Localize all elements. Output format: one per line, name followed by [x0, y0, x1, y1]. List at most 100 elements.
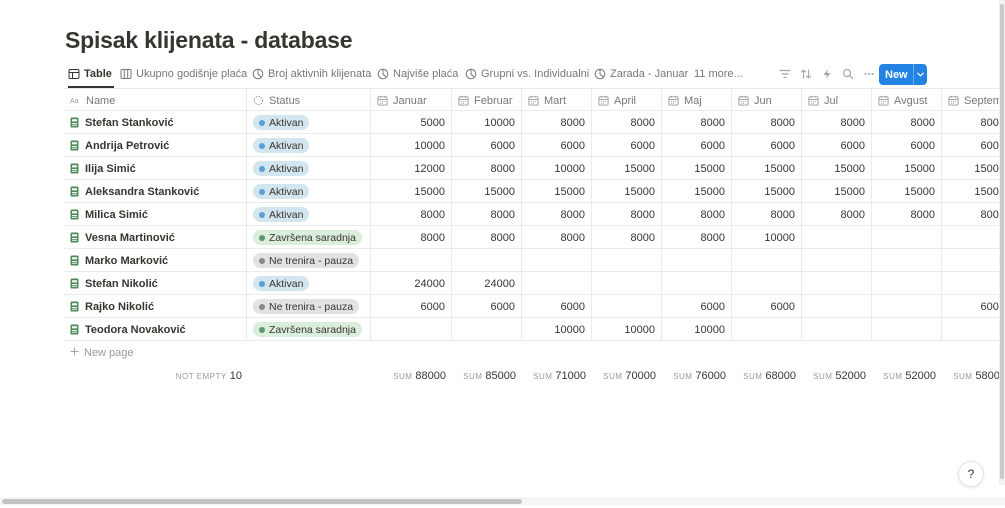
- column-header-10[interactable]: Septembar: [942, 89, 1005, 112]
- name-cell[interactable]: Rajko Nikolić: [64, 295, 247, 318]
- table-row[interactable]: Aleksandra Stanković Aktivan 15000 15000 150…: [64, 180, 1005, 203]
- amount-cell[interactable]: 10000: [662, 318, 732, 341]
- amount-cell[interactable]: 6000: [371, 295, 452, 318]
- amount-cell[interactable]: 8000: [802, 203, 872, 226]
- amount-cell[interactable]: 6000: [522, 295, 592, 318]
- help-button[interactable]: ?: [958, 461, 984, 487]
- amount-cell[interactable]: 15000: [942, 180, 1005, 203]
- amount-cell[interactable]: [872, 249, 942, 272]
- amount-cell[interactable]: 15000: [802, 180, 872, 203]
- amount-cell[interactable]: 8000: [592, 203, 662, 226]
- search-icon[interactable]: [837, 63, 858, 85]
- table-row[interactable]: Andrija Petrović Aktivan 10000 6000 6000 6000…: [64, 134, 1005, 157]
- amount-cell[interactable]: 15000: [452, 180, 522, 203]
- amount-cell[interactable]: 10000: [592, 318, 662, 341]
- amount-cell[interactable]: [452, 249, 522, 272]
- column-header-7[interactable]: Jun: [732, 89, 802, 112]
- sort-icon[interactable]: [795, 63, 816, 85]
- amount-cell[interactable]: 5000: [371, 111, 452, 134]
- amount-cell[interactable]: 8000: [662, 226, 732, 249]
- amount-cell[interactable]: [942, 226, 1005, 249]
- amount-cell[interactable]: 15000: [872, 180, 942, 203]
- view-tab-1[interactable]: Ukupno godišnje plaća: [120, 62, 247, 86]
- amount-cell[interactable]: 8000: [732, 111, 802, 134]
- amount-cell[interactable]: 8000: [522, 111, 592, 134]
- amount-cell[interactable]: [732, 318, 802, 341]
- amount-cell[interactable]: 15000: [662, 157, 732, 180]
- amount-cell[interactable]: 8000: [452, 226, 522, 249]
- amount-cell[interactable]: 8000: [662, 203, 732, 226]
- column-header-8[interactable]: Jul: [802, 89, 872, 112]
- status-cell[interactable]: Aktivan: [247, 272, 371, 295]
- column-sum[interactable]: SUM 52000: [872, 370, 936, 382]
- amount-cell[interactable]: [942, 272, 1005, 295]
- amount-cell[interactable]: 6000: [942, 134, 1005, 157]
- amount-cell[interactable]: [371, 318, 452, 341]
- amount-cell[interactable]: 15000: [942, 157, 1005, 180]
- status-cell[interactable]: Završena saradnja: [247, 226, 371, 249]
- amount-cell[interactable]: 8000: [942, 111, 1005, 134]
- view-tab-3[interactable]: Najviše plaća: [377, 62, 458, 86]
- more-options-icon[interactable]: [858, 63, 879, 85]
- amount-cell[interactable]: 6000: [872, 134, 942, 157]
- view-tab-5[interactable]: Zarada - Januar: [594, 62, 688, 86]
- column-sum[interactable]: SUM 52000: [802, 370, 866, 382]
- column-header-5[interactable]: April: [592, 89, 662, 112]
- table-row[interactable]: Milica Simić Aktivan 8000 8000 8000 8000 8000 8…: [64, 203, 1005, 226]
- amount-cell[interactable]: [452, 318, 522, 341]
- amount-cell[interactable]: 8000: [872, 111, 942, 134]
- amount-cell[interactable]: 8000: [872, 203, 942, 226]
- more-views-link[interactable]: 11 more...: [694, 62, 743, 86]
- amount-cell[interactable]: 8000: [592, 226, 662, 249]
- amount-cell[interactable]: [732, 249, 802, 272]
- column-header-2[interactable]: Januar: [371, 89, 452, 112]
- amount-cell[interactable]: 6000: [732, 134, 802, 157]
- amount-cell[interactable]: 8000: [371, 203, 452, 226]
- amount-cell[interactable]: [732, 272, 802, 295]
- amount-cell[interactable]: [592, 295, 662, 318]
- name-cell[interactable]: Marko Marković: [64, 249, 247, 272]
- table-row[interactable]: Teodora Novaković Završena saradnja 10000 1…: [64, 318, 1005, 341]
- amount-cell[interactable]: 8000: [452, 157, 522, 180]
- amount-cell[interactable]: [802, 249, 872, 272]
- amount-cell[interactable]: [592, 272, 662, 295]
- amount-cell[interactable]: 15000: [802, 157, 872, 180]
- name-cell[interactable]: Stefan Nikolić: [64, 272, 247, 295]
- name-cell[interactable]: Stefan Stanković: [64, 111, 247, 134]
- amount-cell[interactable]: [802, 272, 872, 295]
- name-cell[interactable]: Milica Simić: [64, 203, 247, 226]
- amount-cell[interactable]: 6000: [732, 295, 802, 318]
- table-row[interactable]: Vesna Martinović Završena saradnja 8000 800…: [64, 226, 1005, 249]
- status-cell[interactable]: Aktivan: [247, 111, 371, 134]
- amount-cell[interactable]: 10000: [522, 318, 592, 341]
- amount-cell[interactable]: [942, 249, 1005, 272]
- amount-cell[interactable]: 8000: [732, 203, 802, 226]
- vertical-scrollbar[interactable]: [999, 0, 1005, 485]
- amount-cell[interactable]: 10000: [522, 157, 592, 180]
- amount-cell[interactable]: [872, 295, 942, 318]
- amount-cell[interactable]: [662, 249, 732, 272]
- column-sum[interactable]: SUM 70000: [592, 370, 656, 382]
- amount-cell[interactable]: 10000: [371, 134, 452, 157]
- amount-cell[interactable]: 15000: [592, 180, 662, 203]
- amount-cell[interactable]: 24000: [371, 272, 452, 295]
- amount-cell[interactable]: 6000: [522, 134, 592, 157]
- view-tab-4[interactable]: Grupni vs. Individualni: [465, 62, 589, 86]
- status-cell[interactable]: Aktivan: [247, 203, 371, 226]
- amount-cell[interactable]: 8000: [452, 203, 522, 226]
- amount-cell[interactable]: 12000: [371, 157, 452, 180]
- table-row[interactable]: Stefan Nikolić Aktivan 24000 24000: [64, 272, 1005, 295]
- amount-cell[interactable]: 15000: [732, 157, 802, 180]
- table-row[interactable]: Rajko Nikolić Ne trenira - pauza 6000 6000 6…: [64, 295, 1005, 318]
- amount-cell[interactable]: 6000: [802, 134, 872, 157]
- amount-cell[interactable]: 8000: [522, 203, 592, 226]
- name-cell[interactable]: Aleksandra Stanković: [64, 180, 247, 203]
- amount-cell[interactable]: 15000: [592, 157, 662, 180]
- amount-cell[interactable]: [872, 318, 942, 341]
- amount-cell[interactable]: 15000: [872, 157, 942, 180]
- amount-cell[interactable]: [802, 295, 872, 318]
- amount-cell[interactable]: [592, 249, 662, 272]
- status-cell[interactable]: Ne trenira - pauza: [247, 249, 371, 272]
- amount-cell[interactable]: 8000: [802, 111, 872, 134]
- amount-cell[interactable]: 6000: [662, 134, 732, 157]
